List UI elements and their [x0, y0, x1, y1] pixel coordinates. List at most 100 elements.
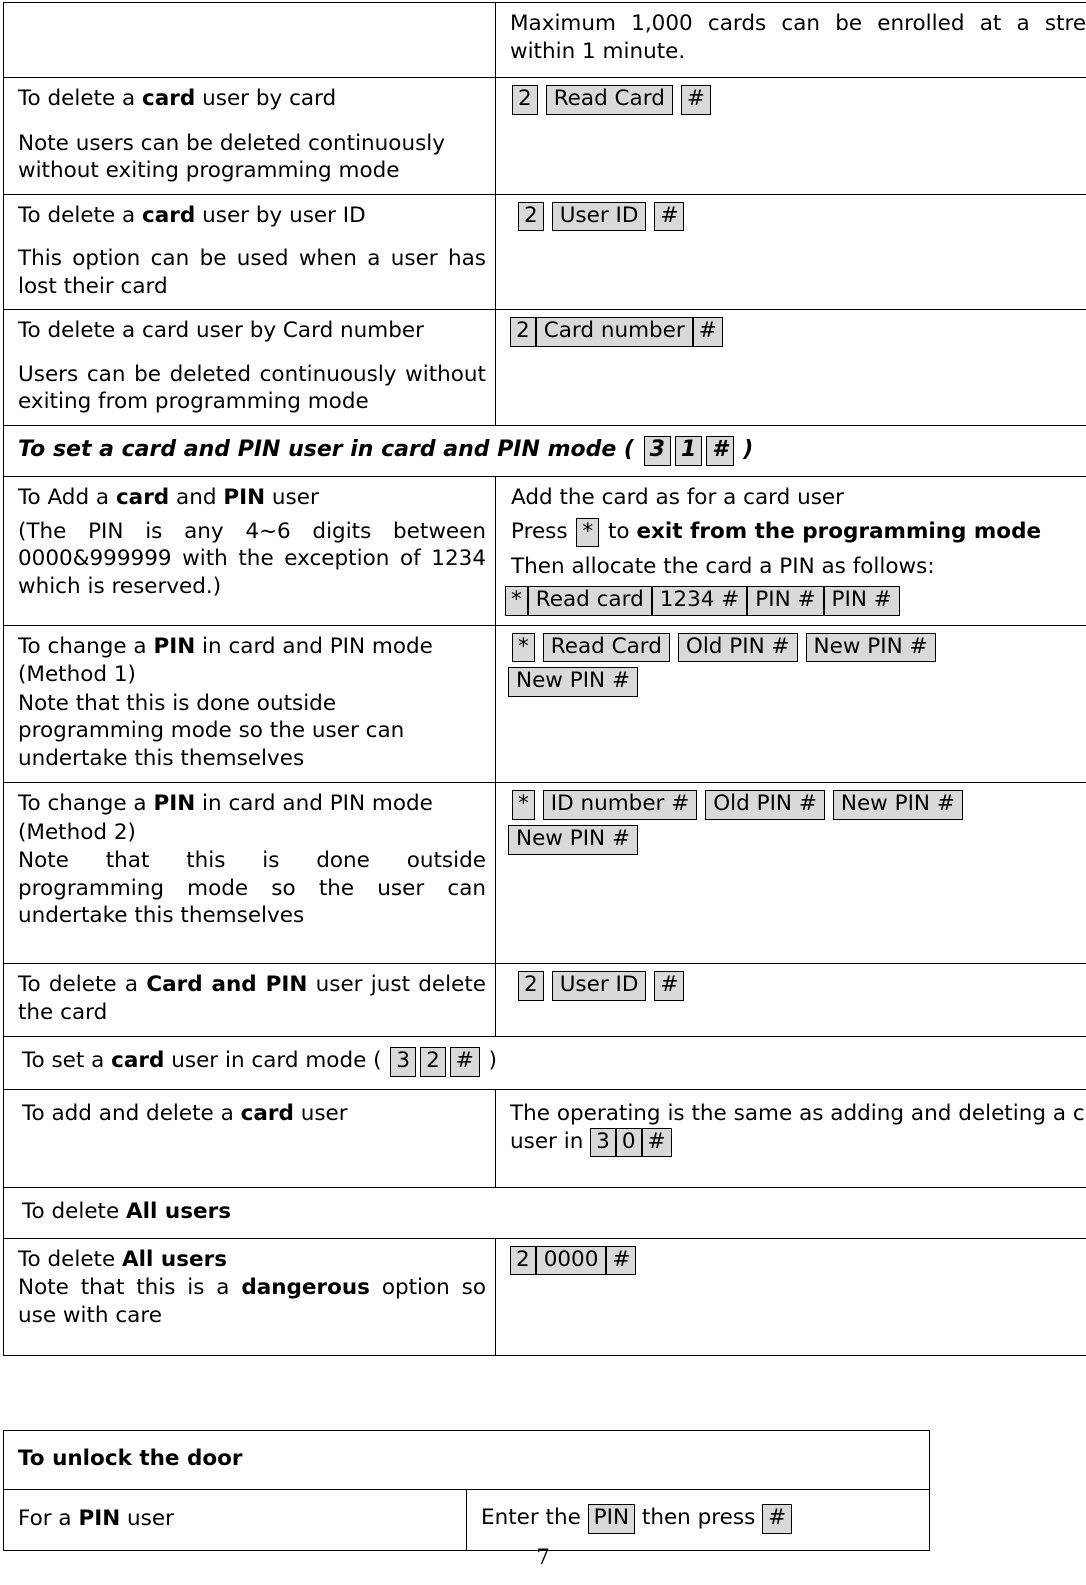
- section-header-card-mode: To set a card user in card mode ( 3 2 # ): [22, 1047, 1086, 1078]
- cell-delete-by-card-desc: To delete a card user by card Note users…: [3, 77, 496, 195]
- keypad-key[interactable]: 3: [390, 1047, 417, 1078]
- cell-change-pin-m2-desc: To change a PIN in card and PIN mode (Me…: [3, 782, 496, 965]
- cell-right-max-cards: Maximum 1,000 cards can be enrolled at a…: [495, 2, 1086, 78]
- programming-instructions-table: Maximum 1,000 cards can be enrolled at a…: [3, 2, 1086, 1356]
- desc-line-1: To change a PIN in card and PIN mode: [18, 790, 486, 818]
- bold-keyword: PIN: [223, 485, 266, 511]
- text-fragment: then press: [635, 1505, 763, 1531]
- desc-line-3: Note that this is done outside programmi…: [18, 848, 486, 929]
- text-fragment: ): [735, 436, 754, 462]
- keypad-key[interactable]: User ID: [551, 971, 647, 1002]
- desc-line-1: To change a PIN in card and PIN mode: [18, 633, 486, 661]
- keypad-key[interactable]: User ID: [551, 201, 647, 232]
- keypad-key[interactable]: Card number: [535, 317, 693, 347]
- keypad-key[interactable]: New PIN #: [832, 790, 963, 821]
- keypad-key[interactable]: PIN #: [823, 585, 900, 616]
- key-sequence: 2 User ID #: [510, 201, 1086, 232]
- section-header-row: To delete All users: [3, 1187, 1086, 1239]
- cell-change-pin-m2-keys: * ID number # Old PIN # New PIN # New PIN #: [495, 782, 1086, 965]
- keypad-key[interactable]: #: [706, 435, 734, 467]
- keypad-key[interactable]: 0000: [535, 1245, 607, 1276]
- keypad-key[interactable]: 1: [674, 435, 703, 467]
- keypad-key[interactable]: 2: [510, 1245, 536, 1276]
- keypad-key[interactable]: 3: [643, 435, 671, 467]
- text-fragment: user: [120, 1506, 174, 1532]
- keypad-key[interactable]: 2: [512, 85, 538, 115]
- table-row: To delete a Card and PIN user just delet…: [3, 963, 1086, 1038]
- bold-keyword: PIN: [153, 791, 196, 817]
- page-number: 7: [536, 1545, 550, 1569]
- text-fragment: ): [481, 1048, 498, 1074]
- table-row: To delete All users Note that this is a …: [3, 1237, 1086, 1356]
- desc-line-1: To delete a card user by Card number: [18, 318, 424, 344]
- keypad-key-star[interactable]: *: [505, 585, 528, 616]
- keypad-key[interactable]: PIN #: [747, 585, 824, 616]
- cell-left-empty: [3, 2, 496, 78]
- keypad-key[interactable]: 2: [518, 201, 544, 232]
- keypad-key-hash[interactable]: #: [762, 1504, 793, 1534]
- cell-delete-by-cardnumber-desc: To delete a card user by Card number Use…: [3, 309, 496, 426]
- pin-user-label: For a PIN user: [18, 1505, 456, 1533]
- keypad-key[interactable]: Read Card: [545, 85, 673, 115]
- bold-keyword: card: [142, 86, 196, 111]
- text-fragment: For a: [18, 1506, 79, 1532]
- keypad-key[interactable]: 3: [590, 1127, 616, 1158]
- bold-keyword: All users: [126, 1199, 231, 1225]
- section-header-card-pin: To set a card and PIN user in card and P…: [18, 435, 1086, 467]
- keypad-key-star[interactable]: *: [512, 632, 535, 663]
- section-header-row: To set a card user in card mode ( 3 2 # ): [3, 1036, 1086, 1091]
- keypad-key-star[interactable]: *: [576, 517, 600, 548]
- keypad-key[interactable]: Read card: [527, 585, 652, 616]
- keypad-key[interactable]: Read Card: [542, 632, 670, 663]
- cell-delete-card-pin-keys: 2 User ID #: [495, 963, 1086, 1038]
- cell-add-delete-card-steps: The operating is the same as adding and …: [495, 1089, 1086, 1189]
- keypad-key[interactable]: New PIN #: [805, 632, 936, 663]
- cell-change-pin-m1-keys: * Read Card Old PIN # New PIN # New PIN #: [495, 624, 1086, 784]
- desc-line-2: Note that this is a dangerous option so …: [18, 1274, 486, 1329]
- cell-delete-all-users-desc: To delete All users Note that this is a …: [3, 1237, 496, 1356]
- keypad-key-star[interactable]: *: [512, 790, 535, 821]
- cell-delete-all-users-keys: 2 0000 #: [495, 1237, 1086, 1356]
- key-sequence: 2 Card number #: [510, 317, 1086, 347]
- desc-line-2: (The PIN is any 4~6 digits between 0000&…: [18, 518, 486, 599]
- bold-keyword: card: [115, 485, 170, 511]
- keypad-key[interactable]: #: [654, 971, 685, 1002]
- keypad-key[interactable]: New PIN #: [508, 825, 638, 855]
- text-fragment: user by card: [195, 86, 337, 111]
- bold-keyword: PIN: [153, 633, 196, 659]
- keypad-key[interactable]: ID number #: [542, 790, 698, 821]
- cell-pin-user-instruction: Enter the PIN then press #: [466, 1489, 930, 1551]
- keypad-key[interactable]: New PIN #: [508, 667, 638, 698]
- keypad-key[interactable]: 0: [615, 1127, 642, 1158]
- document-page: Maximum 1,000 cards can be enrolled at a…: [0, 0, 1086, 1585]
- text-fragment: To set a card and PIN user in card and P…: [18, 436, 642, 462]
- keypad-key[interactable]: Old PIN #: [705, 790, 825, 821]
- text-fragment: To delete a: [18, 202, 143, 228]
- keypad-key[interactable]: #: [680, 85, 711, 115]
- keypad-key[interactable]: #: [654, 201, 685, 232]
- keypad-key[interactable]: 2: [420, 1047, 446, 1078]
- desc-line-1: To delete a card user by user ID: [18, 202, 486, 230]
- cell-delete-by-userid-keys: 2 User ID #: [495, 193, 1086, 311]
- bold-keyword: Card and PIN: [146, 972, 308, 998]
- cell-add-card-pin-steps: Add the card as for a card user Press * …: [495, 476, 1086, 626]
- text-fragment: To Add a: [18, 485, 116, 511]
- keypad-key[interactable]: #: [641, 1127, 672, 1158]
- cell-unlock-door-header: To unlock the door: [3, 1430, 930, 1490]
- step-line-1: Add the card as for a card user: [511, 485, 844, 511]
- keypad-key[interactable]: Old PIN #: [677, 632, 798, 663]
- key-sequence: 2 User ID #: [510, 971, 1086, 1002]
- keypad-key[interactable]: #: [449, 1047, 480, 1078]
- bold-keyword: card: [111, 1048, 165, 1074]
- keypad-key[interactable]: 1234 #: [651, 585, 748, 616]
- text-fragment: To delete a: [18, 86, 143, 111]
- keypad-key[interactable]: 2: [510, 317, 536, 347]
- table-row: To delete a card user by Card number Use…: [3, 309, 1086, 426]
- desc-line-3: Note that this is done outside programmi…: [18, 690, 405, 771]
- keypad-key[interactable]: #: [606, 1245, 637, 1276]
- keypad-key-pin[interactable]: PIN: [587, 1504, 636, 1534]
- keypad-key[interactable]: 2: [518, 971, 544, 1002]
- keypad-key[interactable]: #: [692, 317, 723, 347]
- text-fragment: To set a: [22, 1048, 112, 1074]
- key-sequence: * Read card 1234 # PIN # PIN #: [505, 585, 1086, 616]
